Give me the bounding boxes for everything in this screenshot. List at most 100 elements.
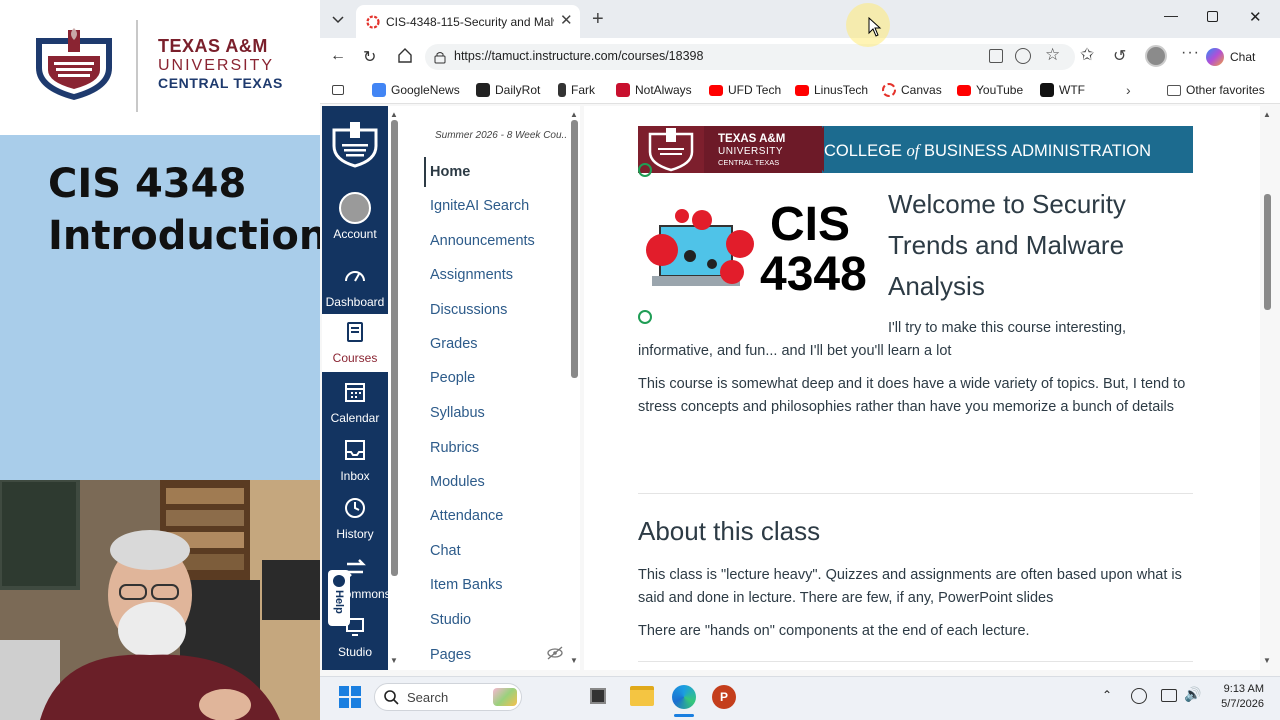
webcam-feed [0, 480, 320, 720]
intro-paragraph-2: This course is somewhat deep and it does… [638, 376, 1186, 415]
scroll-up-icon[interactable]: ▲ [390, 110, 398, 119]
course-nav-rubrics[interactable]: Rubrics [430, 440, 479, 456]
page-scroll-up-icon[interactable]: ▲ [1263, 110, 1271, 119]
url-text[interactable]: https://tamuct.instructure.com/courses/1… [454, 49, 703, 63]
favorite-dailyrot[interactable]: DailyRot [476, 82, 540, 98]
file-explorer-icon[interactable] [630, 686, 654, 706]
course-nav-scroll-up-icon[interactable]: ▲ [570, 110, 578, 119]
favorite-canvas[interactable]: Canvas [882, 82, 942, 98]
global-nav-courses[interactable]: Courses [322, 314, 388, 372]
favorite-wtf[interactable]: WTF [1040, 82, 1085, 98]
malware-laptop-image [642, 206, 762, 298]
youtube-icon [709, 84, 723, 96]
global-nav-scrollbar[interactable] [391, 120, 398, 576]
taskbar-search[interactable]: Search [374, 683, 522, 711]
course-term: Summer 2026 - 8 Week Cou... [435, 130, 567, 141]
site-info-icon[interactable] [433, 50, 447, 64]
youtube-icon [957, 84, 971, 96]
browser-tab-active[interactable]: CIS-4348-115-Security and Malwa ✕ [356, 5, 580, 38]
tab-close-icon[interactable]: ✕ [560, 11, 573, 29]
copilot-chat-button[interactable]: Chat [1206, 46, 1268, 68]
slide-title-line2: Introduction [48, 213, 328, 259]
banner-university-line3: CENTRAL TEXAS [718, 158, 780, 167]
course-nav-igniteai-search[interactable]: IgniteAI Search [430, 198, 529, 214]
course-nav-item-banks[interactable]: Item Banks [430, 577, 503, 593]
restore-icon[interactable] [1207, 11, 1218, 22]
history-browser-icon[interactable]: ↺ [1113, 46, 1126, 66]
favorites-bar: GoogleNews DailyRot Fark NotAlways UFD T… [320, 76, 1280, 104]
course-nav-scroll-down-icon[interactable]: ▼ [570, 656, 578, 665]
network-globe-icon[interactable] [1131, 688, 1147, 704]
favorites-overflow-chevron-icon[interactable]: › [1126, 82, 1131, 98]
refresh-icon[interactable]: ↻ [363, 47, 376, 67]
task-view-icon[interactable] [590, 688, 606, 704]
global-nav-label: Account [333, 227, 377, 241]
course-nav-people[interactable]: People [430, 370, 475, 386]
scroll-down-icon[interactable]: ▼ [390, 656, 398, 665]
back-icon[interactable]: ← [330, 47, 346, 65]
extensions-icon[interactable] [1015, 48, 1031, 64]
favorites-list-icon[interactable]: ✩ [1080, 45, 1094, 65]
favorite-linustech[interactable]: LinusTech [795, 82, 868, 98]
course-nav-chat[interactable]: Chat [430, 543, 461, 559]
apps-icon[interactable] [989, 49, 1003, 63]
fark-icon [558, 83, 566, 97]
edge-browser-icon[interactable] [672, 685, 696, 709]
course-nav-announcements[interactable]: Announcements [430, 233, 535, 249]
favorite-ufdtech[interactable]: UFD Tech [709, 82, 781, 98]
close-window-icon[interactable]: ✕ [1249, 8, 1262, 26]
other-favorites-label: Other favorites [1186, 83, 1265, 97]
course-nav-grades[interactable]: Grades [430, 336, 478, 352]
volume-icon[interactable]: 🔊 [1184, 686, 1201, 703]
global-nav-inbox[interactable]: Inbox [322, 438, 388, 483]
other-favorites[interactable]: Other favorites [1167, 82, 1265, 98]
help-tab[interactable]: Help [328, 570, 350, 626]
favorite-label: Canvas [901, 83, 942, 97]
course-nav-home[interactable]: Home [430, 164, 470, 180]
tab-list-chevron-icon[interactable] [328, 9, 348, 29]
about-paragraph-2: There are "hands on" components at the e… [638, 623, 1030, 639]
clock-date: 5/7/2026 [1221, 698, 1264, 710]
section-divider [638, 493, 1193, 494]
course-nav-attendance[interactable]: Attendance [430, 508, 503, 524]
page-scroll-down-icon[interactable]: ▼ [1263, 656, 1271, 665]
favorite-label: GoogleNews [391, 83, 460, 97]
favorite-googlenews[interactable]: GoogleNews [372, 82, 460, 98]
account-avatar-icon [339, 192, 371, 224]
global-nav-dashboard[interactable]: Dashboard [322, 264, 388, 309]
home-icon[interactable] [396, 46, 414, 69]
course-nav-syllabus[interactable]: Syllabus [430, 405, 485, 421]
display-icon[interactable] [1161, 689, 1177, 702]
course-nav-pages[interactable]: Pages [430, 647, 471, 663]
page-scrollbar[interactable] [1264, 194, 1271, 310]
favorite-fark[interactable]: Fark [558, 82, 595, 98]
system-clock[interactable]: 9:13 AM 5/7/2026 [1212, 682, 1264, 712]
global-nav-calendar[interactable]: Calendar [322, 380, 388, 425]
minimize-icon[interactable]: — [1164, 7, 1178, 23]
profile-avatar[interactable] [1145, 45, 1167, 67]
tamu-canvas-logo-icon[interactable] [330, 122, 380, 168]
course-nav-assignments[interactable]: Assignments [430, 267, 513, 283]
banner-title-pre: COLLEGE [824, 142, 907, 160]
more-menu-icon[interactable]: ··· [1181, 44, 1200, 62]
powerpoint-icon[interactable]: P [712, 685, 736, 709]
new-tab-icon[interactable]: + [592, 8, 604, 31]
course-nav-studio[interactable]: Studio [430, 612, 471, 628]
hidden-eye-icon[interactable] [546, 646, 564, 665]
course-nav-scrollbar[interactable] [571, 120, 578, 378]
global-nav-history[interactable]: History [322, 496, 388, 541]
windows-start-icon[interactable] [339, 686, 361, 708]
course-nav-modules[interactable]: Modules [430, 474, 485, 490]
favorite-notalways[interactable]: NotAlways [616, 82, 692, 98]
reading-list-icon[interactable] [332, 82, 344, 98]
global-navigation: Account Dashboard Courses Calendar Inbox… [322, 106, 391, 670]
favorite-label: YouTube [976, 83, 1024, 97]
favorite-youtube[interactable]: YouTube [957, 82, 1023, 98]
tray-overflow-chevron-icon[interactable]: ⌃ [1102, 688, 1112, 702]
favorite-label: DailyRot [495, 83, 541, 97]
global-nav-account[interactable]: Account [322, 192, 388, 241]
favorite-star-icon[interactable]: ☆ [1045, 45, 1060, 65]
course-nav-discussions[interactable]: Discussions [430, 302, 507, 318]
address-bar[interactable]: https://tamuct.instructure.com/courses/1… [425, 44, 1075, 70]
global-nav-label: Calendar [330, 411, 380, 425]
